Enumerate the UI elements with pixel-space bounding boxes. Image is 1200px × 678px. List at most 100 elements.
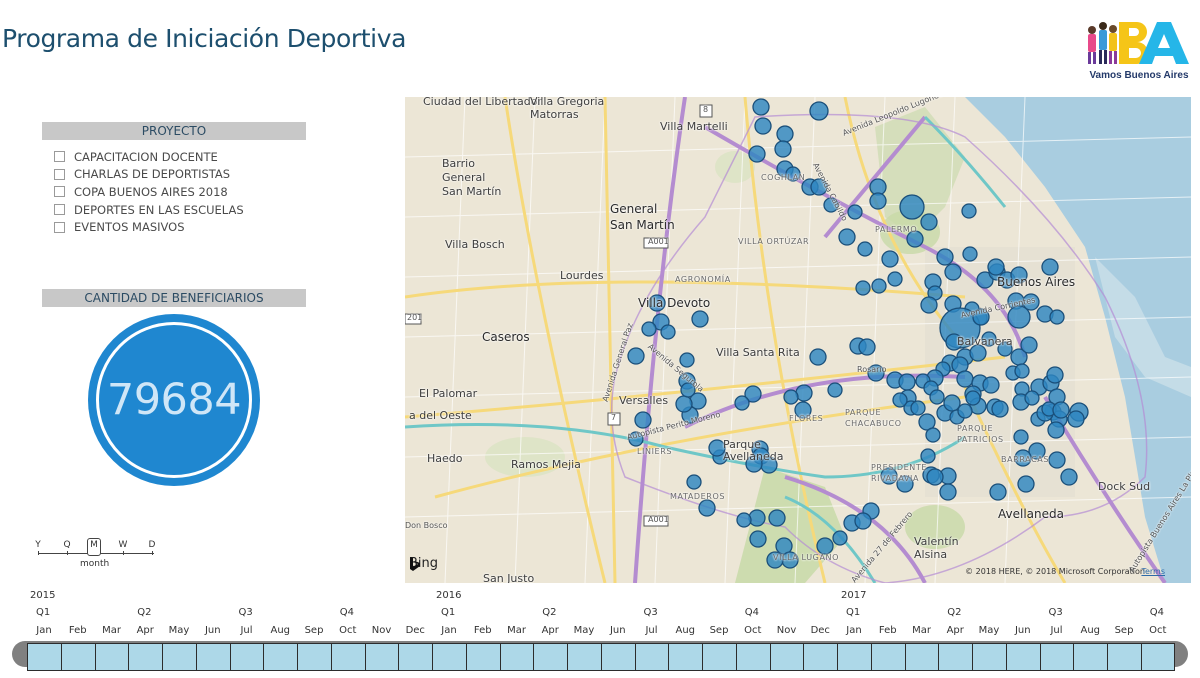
beneficiary-marker[interactable]: [686, 474, 702, 490]
timeline-month-cell[interactable]: [938, 643, 972, 671]
beneficiary-marker[interactable]: [1049, 309, 1065, 325]
beneficiary-marker[interactable]: [816, 537, 834, 555]
beneficiary-marker[interactable]: [854, 512, 872, 530]
timeline-month-cell[interactable]: [60, 643, 95, 671]
timeline-month-cell[interactable]: [128, 643, 162, 671]
beneficiary-marker[interactable]: [957, 403, 973, 419]
beneficiary-marker[interactable]: [679, 352, 695, 368]
beneficiary-marker[interactable]: [827, 382, 843, 398]
beneficiary-marker[interactable]: [858, 338, 876, 356]
beneficiary-marker[interactable]: [838, 228, 856, 246]
beneficiary-marker[interactable]: [989, 483, 1007, 501]
beneficiary-marker[interactable]: [855, 280, 871, 296]
beneficiary-marker[interactable]: [1017, 475, 1035, 493]
beneficiary-marker[interactable]: [962, 246, 978, 262]
beneficiary-marker[interactable]: [847, 204, 863, 220]
project-item-eventos[interactable]: EVENTOS MASIVOS: [54, 218, 244, 236]
beneficiary-marker[interactable]: [634, 411, 652, 429]
beneficiary-marker[interactable]: [691, 310, 709, 328]
beneficiary-marker[interactable]: [920, 448, 936, 464]
timeline-month-cell[interactable]: [229, 643, 264, 671]
project-item-copa[interactable]: COPA BUENOS AIRES 2018: [54, 183, 244, 201]
timeline-month-cell[interactable]: [195, 643, 230, 671]
beneficiary-marker[interactable]: [1020, 336, 1038, 354]
beneficiary-marker[interactable]: [809, 348, 827, 366]
beneficiary-marker[interactable]: [887, 271, 903, 287]
map-terms-link[interactable]: Terms: [1141, 567, 1165, 576]
beneficiary-marker[interactable]: [991, 400, 1009, 418]
timeline-month-cell[interactable]: [668, 643, 702, 671]
timeline-month-cell[interactable]: [904, 643, 939, 671]
timeline-month-cell[interactable]: [499, 643, 534, 671]
beneficiary-marker[interactable]: [675, 395, 693, 413]
beneficiary-marker[interactable]: [1013, 429, 1029, 445]
beneficiary-marker[interactable]: [1047, 421, 1065, 439]
timeline-month-cell[interactable]: [330, 643, 365, 671]
timeline-month-cell[interactable]: [1039, 643, 1074, 671]
project-item-capacitacion[interactable]: CAPACITACION DOCENTE: [54, 148, 244, 166]
beneficiaries-map[interactable]: Ciudad del Libertador Villa Gregoria Mat…: [405, 97, 1191, 583]
timeline-month-cell[interactable]: [263, 643, 297, 671]
beneficiary-marker[interactable]: [754, 117, 772, 135]
beneficiary-marker[interactable]: [1052, 401, 1070, 419]
beneficiary-marker[interactable]: [892, 392, 908, 408]
timeline-month-cell[interactable]: [297, 643, 331, 671]
beneficiary-marker[interactable]: [881, 250, 899, 268]
timeline-month-cell[interactable]: [465, 643, 500, 671]
beneficiary-marker[interactable]: [627, 347, 645, 365]
checkbox[interactable]: [54, 204, 65, 216]
beneficiary-marker[interactable]: [641, 321, 657, 337]
project-item-charlas[interactable]: CHARLAS DE DEPORTISTAS: [54, 166, 244, 184]
timeline-month-cell[interactable]: [837, 643, 871, 671]
granularity-week[interactable]: W: [117, 540, 129, 550]
granularity-quarter[interactable]: Q: [61, 540, 73, 550]
timeline-month-cell[interactable]: [533, 643, 567, 671]
granularity-day[interactable]: D: [146, 540, 158, 550]
timeline-month-cell[interactable]: [432, 643, 466, 671]
beneficiary-marker[interactable]: [899, 194, 925, 220]
timeline-month-cell[interactable]: [1107, 643, 1141, 671]
beneficiary-marker[interactable]: [965, 390, 981, 406]
timeline-month-cell[interactable]: [1140, 643, 1175, 671]
timeline-slicer[interactable]: 2015 2016 2017 Q1 Q2 Q3 Q4 Q1 Q2 Q3 Q4 Q1 Q2 Q3 Q4 …: [0, 586, 1200, 678]
beneficiary-marker[interactable]: [734, 395, 750, 411]
timeline-month-cell[interactable]: [769, 643, 804, 671]
beneficiary-marker[interactable]: [956, 370, 974, 388]
timeline-month-cell[interactable]: [567, 643, 601, 671]
beneficiary-marker[interactable]: [776, 125, 794, 143]
beneficiary-marker[interactable]: [1067, 410, 1085, 428]
beneficiary-marker[interactable]: [698, 499, 716, 517]
timeline-month-cell[interactable]: [1005, 643, 1040, 671]
timeline-month-cell[interactable]: [735, 643, 770, 671]
beneficiary-marker[interactable]: [832, 530, 848, 546]
beneficiary-marker[interactable]: [982, 376, 1000, 394]
checkbox[interactable]: [54, 186, 65, 198]
timeline-month-cell[interactable]: [803, 643, 837, 671]
beneficiary-marker[interactable]: [774, 140, 792, 158]
beneficiary-marker[interactable]: [660, 324, 676, 340]
checkbox[interactable]: [54, 151, 65, 163]
beneficiary-marker[interactable]: [1041, 258, 1059, 276]
beneficiary-marker[interactable]: [939, 483, 957, 501]
timeline-month-cell[interactable]: [972, 643, 1006, 671]
beneficiary-marker[interactable]: [929, 389, 945, 405]
granularity-year[interactable]: Y: [32, 540, 44, 550]
time-granularity-selector[interactable]: Y Q M W D month: [30, 538, 160, 572]
beneficiary-marker[interactable]: [1060, 468, 1078, 486]
beneficiary-marker[interactable]: [944, 263, 962, 281]
beneficiary-marker[interactable]: [869, 192, 887, 210]
timeline-month-cell[interactable]: [702, 643, 736, 671]
beneficiary-marker[interactable]: [783, 389, 799, 405]
beneficiary-marker[interactable]: [809, 101, 829, 121]
beneficiary-marker[interactable]: [943, 394, 961, 412]
beneficiary-marker[interactable]: [1014, 363, 1030, 379]
beneficiary-marker[interactable]: [898, 373, 916, 391]
timeline-month-cell[interactable]: [600, 643, 635, 671]
timeline-month-cell[interactable]: [634, 643, 669, 671]
beneficiary-marker[interactable]: [920, 296, 938, 314]
timeline-month-cell[interactable]: [94, 643, 129, 671]
timeline-month-cell[interactable]: [364, 643, 399, 671]
beneficiary-marker[interactable]: [871, 278, 887, 294]
beneficiary-marker[interactable]: [961, 203, 977, 219]
beneficiary-marker[interactable]: [920, 213, 938, 231]
